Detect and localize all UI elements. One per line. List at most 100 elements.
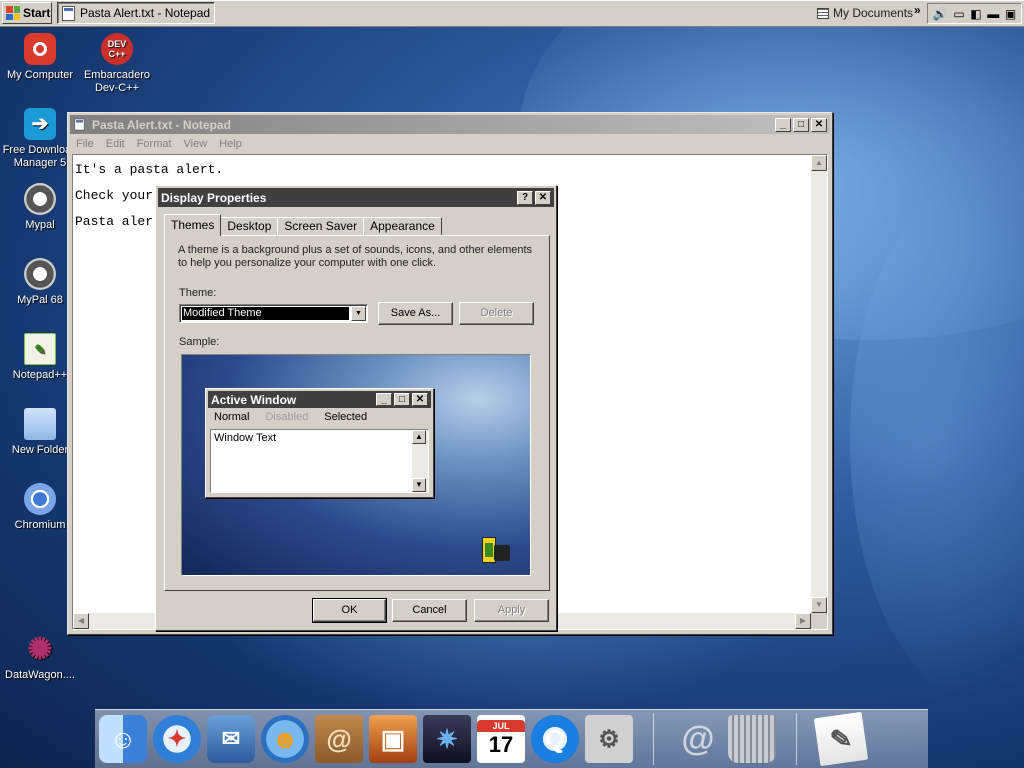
iphoto-icon[interactable]: ▣ — [369, 715, 417, 763]
text-line: It's a pasta alert. — [75, 162, 224, 177]
taskbar-button-notepad[interactable]: Pasta Alert.txt - Notepad — [57, 2, 215, 24]
display-icon[interactable]: ▣ — [1005, 8, 1016, 20]
notepad-title: Pasta Alert.txt - Notepad — [92, 117, 231, 132]
desktop-icon-label: New Folder — [11, 444, 69, 456]
folder-icon — [24, 408, 56, 440]
ichat-icon[interactable]: ☻ — [261, 715, 309, 763]
notepad-titlebar[interactable]: Pasta Alert.txt - Notepad _ □ ✕ — [70, 115, 830, 134]
desktop-icon-dev-cpp[interactable]: DEV C++ Embarcadero Dev-C++ — [77, 33, 157, 95]
film-reel-icon — [480, 535, 510, 565]
tab-themes[interactable]: Themes — [164, 214, 222, 236]
usb-icon[interactable]: ◧ — [970, 8, 981, 20]
ical-icon[interactable]: JUL 17 — [477, 715, 525, 763]
preview-menu-selected: Selected — [324, 411, 368, 423]
scroll-left-icon[interactable]: ◀ — [73, 613, 89, 629]
vertical-scrollbar[interactable]: ▲ ▼ — [811, 155, 827, 613]
system-tray: 🔊 ▭ ◧ ▬ ▣ — [927, 3, 1022, 24]
minimize-button[interactable]: _ — [775, 117, 791, 132]
safari-icon[interactable]: ✦ — [153, 715, 201, 763]
finder-icon[interactable]: ☺ — [99, 715, 147, 763]
taskbar-button-label: Pasta Alert.txt - Notepad — [80, 6, 211, 20]
chevron-down-icon[interactable]: ▼ — [351, 306, 366, 321]
desktop-icon-datawagon[interactable]: ✺ DataWagon.... — [0, 633, 80, 682]
quicktime-icon[interactable]: Q — [531, 715, 579, 763]
desktop-icon-label: Mypal — [25, 219, 55, 231]
apply-button[interactable]: Apply — [474, 599, 549, 622]
desktop-icon-label: My Computer — [6, 69, 74, 81]
calendar-day: 17 — [488, 732, 514, 757]
maximize-button[interactable]: □ — [793, 117, 809, 132]
network-icon[interactable]: ▬ — [987, 8, 999, 20]
taskbar: Start Pasta Alert.txt - Notepad My Docum… — [0, 0, 1024, 27]
tab-screen-saver[interactable]: Screen Saver — [277, 217, 365, 236]
dialog-title: Display Properties — [161, 190, 267, 205]
mail-icon[interactable]: ✉ — [207, 715, 255, 763]
address-book-icon[interactable]: @ — [315, 715, 363, 763]
themes-tab-panel: A theme is a background plus a set of so… — [164, 235, 550, 591]
notepad-icon — [62, 5, 75, 21]
minimize-icon: _ — [376, 393, 392, 406]
themes-description: A theme is a background plus a set of so… — [178, 244, 533, 269]
theme-sample-preview: Active Window _ □ ✕ Normal Disabled Sele… — [181, 354, 531, 576]
close-icon: ✕ — [412, 393, 428, 406]
theme-select-value: Modified Theme — [182, 307, 349, 320]
menu-file[interactable]: File — [76, 138, 94, 150]
ok-button[interactable]: OK — [312, 598, 387, 623]
dialog-tabs: Themes Desktop Screen Saver Appearance — [164, 214, 442, 236]
desktop-icon-label: Embarcadero Dev-C++ — [83, 69, 151, 94]
preview-window-text: Window Text — [214, 432, 277, 444]
dock: ☺ ✦ ✉ ☻ @ ▣ ✷ JUL 17 Q ⚙ @ ✎ — [95, 709, 928, 768]
preview-active-window: Active Window _ □ ✕ Normal Disabled Sele… — [205, 388, 434, 498]
system-preferences-icon[interactable]: ⚙ — [585, 715, 633, 763]
menu-view[interactable]: View — [184, 138, 208, 150]
tab-desktop[interactable]: Desktop — [220, 217, 279, 236]
start-label: Start — [23, 6, 51, 20]
dock-separator — [653, 713, 654, 765]
cancel-button[interactable]: Cancel — [392, 599, 467, 622]
at-sign-icon[interactable]: @ — [674, 715, 722, 763]
theme-select[interactable]: Modified Theme ▼ — [179, 304, 368, 323]
close-button[interactable]: ✕ — [811, 117, 827, 132]
dialog-titlebar[interactable]: Display Properties ? ✕ — [158, 188, 554, 207]
menu-help[interactable]: Help — [219, 138, 242, 150]
preview-title: Active Window — [211, 392, 297, 407]
save-as-button[interactable]: Save As... — [378, 302, 453, 325]
scroll-right-icon[interactable]: ▶ — [795, 613, 811, 629]
imovie-icon[interactable]: ✷ — [423, 715, 471, 763]
download-manager-icon: ➔ — [24, 108, 56, 140]
windows-logo-icon — [6, 6, 20, 20]
preview-menu-normal: Normal — [214, 411, 250, 423]
desktop-icon-label: DataWagon.... — [5, 669, 75, 681]
scroll-up-icon[interactable]: ▲ — [811, 155, 827, 171]
textedit-icon[interactable]: ✎ — [813, 711, 869, 767]
calendar-month: JUL — [477, 720, 525, 732]
display-properties-dialog: Display Properties ? ✕ Themes Desktop Sc… — [155, 185, 557, 631]
start-button[interactable]: Start — [2, 2, 52, 24]
delete-button[interactable]: Delete — [459, 302, 534, 325]
desktop-icon-my-computer[interactable]: My Computer — [0, 33, 80, 82]
sample-label: Sample: — [179, 336, 220, 348]
notepadpp-icon: ✎ — [24, 333, 56, 365]
close-button[interactable]: ✕ — [535, 190, 551, 205]
volume-icon[interactable]: 🔊 — [933, 8, 948, 20]
chromium-icon — [24, 483, 56, 515]
dock-separator — [796, 713, 797, 765]
help-button[interactable]: ? — [517, 190, 533, 205]
size-grip[interactable] — [811, 613, 827, 629]
devcpp-icon: DEV C++ — [101, 33, 133, 65]
preview-menu-disabled: Disabled — [265, 411, 309, 423]
raccoon-icon — [24, 183, 56, 215]
raccoon-icon — [24, 258, 56, 290]
menu-format[interactable]: Format — [137, 138, 172, 150]
notepad-icon — [74, 118, 85, 131]
toolbar-chevron-icon[interactable]: » — [914, 3, 921, 17]
trash-icon[interactable] — [728, 715, 776, 763]
my-documents-label: My Documents — [833, 6, 914, 20]
battery-icon[interactable]: ▭ — [953, 8, 964, 20]
maximize-icon: □ — [394, 393, 410, 406]
scroll-down-icon[interactable]: ▼ — [811, 597, 827, 613]
my-documents-toolbar[interactable]: My Documents — [817, 6, 913, 20]
menu-edit[interactable]: Edit — [106, 138, 125, 150]
tab-appearance[interactable]: Appearance — [363, 217, 442, 236]
theme-label: Theme: — [179, 287, 217, 299]
